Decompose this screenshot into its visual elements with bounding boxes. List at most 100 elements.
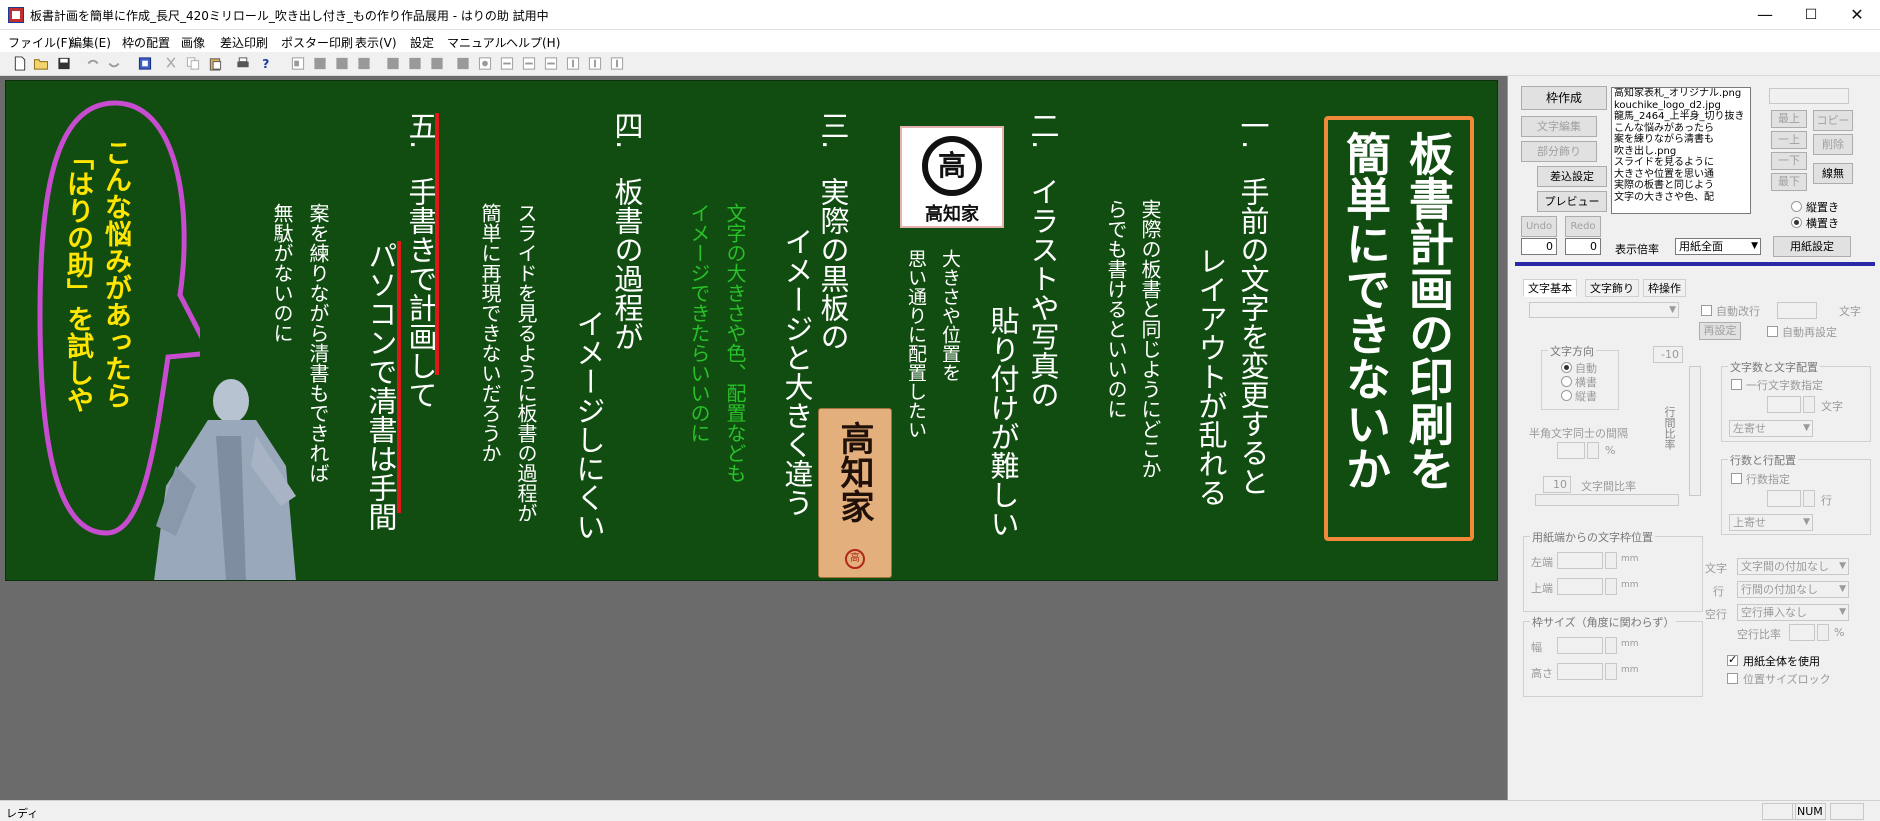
line-count-field[interactable] bbox=[1767, 490, 1801, 507]
top-edge-field[interactable] bbox=[1557, 578, 1603, 595]
partial-decor-button[interactable]: 部分飾り bbox=[1521, 141, 1597, 162]
item-4-note-2[interactable]: 簡単に再現できないだろうか bbox=[478, 203, 502, 463]
item-1-line-2[interactable]: レイアウトが乱れる bbox=[1194, 246, 1228, 507]
tab-text-basic[interactable]: 文字基本 bbox=[1523, 279, 1577, 297]
list-item[interactable]: 吹き出し.png bbox=[1612, 146, 1750, 158]
width-spin[interactable] bbox=[1605, 637, 1617, 654]
kouchike-nameplate-image[interactable]: 高知家 高 bbox=[818, 408, 892, 578]
distribute-v-icon[interactable] bbox=[499, 56, 515, 71]
item-3-line-2[interactable]: イメージと大きく違う bbox=[780, 227, 814, 517]
tab-text-decor[interactable]: 文字飾り bbox=[1585, 279, 1639, 297]
menu-image[interactable]: 画像 bbox=[181, 34, 205, 51]
list-item[interactable]: 実際の板書と同じよう bbox=[1612, 180, 1750, 192]
direction-horizontal-radio[interactable] bbox=[1561, 376, 1572, 387]
height-spin[interactable] bbox=[1605, 663, 1617, 680]
item-1-line-1[interactable]: 手前の文字を変更すると bbox=[1236, 177, 1270, 496]
vertical-orientation-radio[interactable] bbox=[1791, 201, 1802, 212]
use-whole-paper-checkbox[interactable] bbox=[1727, 653, 1738, 666]
item-5-line-1[interactable]: 手書きで計画して bbox=[404, 177, 438, 409]
blank-ratio-spin[interactable] bbox=[1817, 624, 1829, 641]
direction-vertical-radio[interactable] bbox=[1561, 390, 1572, 401]
line-row-select[interactable]: 行間の付加なし ▼ bbox=[1737, 581, 1849, 598]
list-item[interactable]: 案を練りながら清書も bbox=[1612, 134, 1750, 146]
item-5-note-2[interactable]: 無駄がないのに bbox=[270, 203, 294, 343]
direction-auto-radio[interactable] bbox=[1561, 362, 1572, 373]
same-width-icon[interactable] bbox=[429, 56, 445, 71]
image-file-list[interactable]: 高知家表札_オリジナル.png kouchike_logo_d2.jpg 龍馬_… bbox=[1611, 87, 1751, 214]
item-1-note-2[interactable]: らでも書けるといいのに bbox=[1104, 199, 1128, 419]
item-1-note-1[interactable]: 実際の板書と同じようにどこか bbox=[1138, 199, 1162, 479]
align-left-frame-icon[interactable] bbox=[290, 56, 306, 71]
horizontal-orientation-radio[interactable] bbox=[1791, 217, 1802, 228]
item-3-number[interactable]: 三. bbox=[816, 111, 850, 149]
left-edge-field[interactable] bbox=[1557, 552, 1603, 569]
tab-frame-ops[interactable]: 枠操作 bbox=[1643, 279, 1686, 297]
char-align-select[interactable]: 左寄せ ▼ bbox=[1729, 420, 1813, 437]
height-field[interactable] bbox=[1557, 663, 1603, 680]
kouchike-logo-image[interactable]: 高 高知家 bbox=[900, 126, 1004, 228]
close-button[interactable]: ✕ bbox=[1834, 0, 1880, 30]
line-align-select[interactable]: 上寄せ ▼ bbox=[1729, 514, 1813, 531]
line-count-checkbox[interactable] bbox=[1731, 473, 1742, 484]
minimize-button[interactable]: — bbox=[1742, 0, 1788, 30]
item-2-note-1[interactable]: 大きさや位置を bbox=[939, 249, 961, 382]
text-edit-button[interactable]: 文字編集 bbox=[1521, 116, 1597, 137]
menu-manual[interactable]: マニュアル bbox=[447, 34, 507, 51]
menu-merge-print[interactable]: 差込印刷 bbox=[220, 34, 268, 51]
menu-help[interactable]: ヘルプ(H) bbox=[506, 34, 560, 51]
list-item[interactable]: スライドを見るように bbox=[1612, 157, 1750, 169]
canvas-area[interactable]: 板書計画の印刷を 簡単にできないか 一. 手前の文字を変更すると レイアウトが乱… bbox=[0, 76, 1508, 800]
reset-button[interactable]: 再設定 bbox=[1699, 322, 1741, 340]
list-item[interactable]: 高知家表札_オリジナル.png bbox=[1612, 88, 1750, 100]
line-h-icon[interactable] bbox=[521, 56, 537, 71]
auto-wrap-checkbox[interactable] bbox=[1701, 305, 1712, 316]
new-file-icon[interactable] bbox=[12, 56, 28, 71]
redo-button[interactable]: Redo bbox=[1565, 216, 1601, 237]
item-2-line-2[interactable]: 貼り付けが難しい bbox=[986, 306, 1020, 538]
print-icon[interactable] bbox=[235, 56, 251, 71]
open-folder-icon[interactable] bbox=[33, 56, 49, 71]
item-2-line-1[interactable]: イラストや写真の bbox=[1026, 177, 1060, 409]
width-field[interactable] bbox=[1557, 637, 1603, 654]
one-line-count-checkbox[interactable] bbox=[1731, 379, 1742, 390]
distribute-h-icon[interactable] bbox=[477, 56, 493, 71]
same-height-icon[interactable] bbox=[455, 56, 471, 71]
list-item[interactable]: 大きさや位置を思い通 bbox=[1612, 169, 1750, 181]
menu-view[interactable]: 表示(V) bbox=[355, 34, 397, 51]
align-right-frame-icon[interactable] bbox=[334, 56, 350, 71]
wrap-count-field[interactable] bbox=[1777, 302, 1817, 319]
item-4-line-1[interactable]: 板書の過程が bbox=[610, 177, 644, 351]
auto-reset-checkbox[interactable] bbox=[1767, 326, 1778, 337]
undo-button[interactable]: Undo bbox=[1521, 216, 1557, 237]
menu-settings[interactable]: 設定 bbox=[410, 34, 434, 51]
bring-front-button[interactable]: 最上 bbox=[1771, 110, 1807, 128]
line-spacing-field[interactable]: -10 bbox=[1653, 346, 1683, 363]
merge-settings-button[interactable]: 差込設定 bbox=[1537, 166, 1607, 187]
item-2-note-2[interactable]: 思い通りに配置したい bbox=[905, 249, 927, 439]
item-4-line-2[interactable]: イメージしにくい bbox=[572, 309, 606, 541]
align-bottom-frame-icon[interactable] bbox=[407, 56, 423, 71]
list-item[interactable]: 文字の大きさや色、配 bbox=[1612, 192, 1750, 204]
lock-position-checkbox[interactable] bbox=[1727, 673, 1738, 684]
delete-button[interactable]: 削除 bbox=[1813, 134, 1853, 155]
redo-icon[interactable] bbox=[106, 56, 122, 71]
halfwidth-gap-spin[interactable] bbox=[1587, 442, 1599, 459]
list-item[interactable]: 龍馬_2464_上半身_切り抜き bbox=[1612, 111, 1750, 123]
menu-frame-layout[interactable]: 枠の配置 bbox=[122, 34, 170, 51]
line-count-spin[interactable] bbox=[1803, 490, 1815, 507]
menu-edit[interactable]: 編集(E) bbox=[70, 34, 111, 51]
frame-create-button[interactable]: 枠作成 bbox=[1521, 86, 1607, 110]
paste-icon[interactable] bbox=[207, 56, 223, 71]
line-v3-icon[interactable] bbox=[609, 56, 625, 71]
blank-ratio-field[interactable] bbox=[1789, 624, 1815, 641]
zoom-select[interactable]: 用紙全面 ▼ bbox=[1675, 238, 1761, 255]
help-icon[interactable]: ? bbox=[258, 56, 274, 71]
cut-icon[interactable] bbox=[163, 56, 179, 71]
line-v2-icon[interactable] bbox=[587, 56, 603, 71]
paper-settings-button[interactable]: 用紙設定 bbox=[1773, 236, 1851, 257]
bubble-line-2[interactable]: 「はりの助」を試しや bbox=[62, 143, 93, 413]
item-5-line-2[interactable]: パソコンで清書は手間 bbox=[364, 241, 398, 531]
item-3-line-1[interactable]: 実際の黒板の bbox=[816, 177, 850, 351]
item-3-note-1[interactable]: 文字の大きさや色、配置なども bbox=[723, 203, 747, 483]
down-one-button[interactable]: 一下 bbox=[1771, 152, 1807, 170]
